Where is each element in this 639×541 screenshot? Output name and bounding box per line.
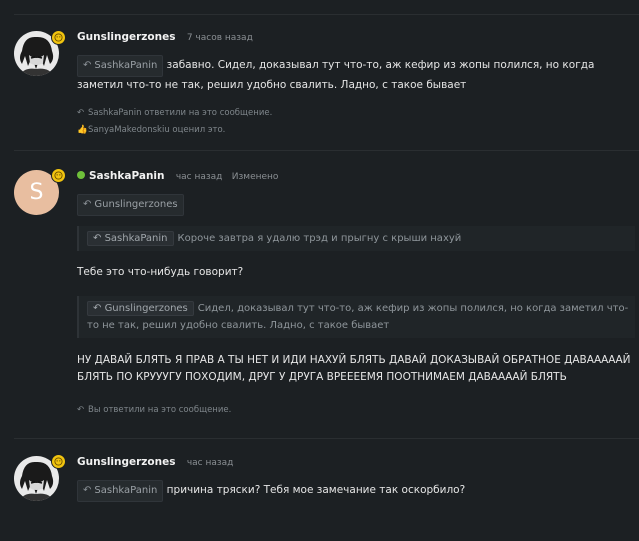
- reply-arrow-icon: ↶: [77, 108, 85, 118]
- reply-arrow-icon: ↶: [83, 60, 92, 71]
- post-time[interactable]: час назад: [187, 458, 234, 468]
- activity-liked[interactable]: 👍SanyaMakedonskiu оценил это.: [77, 125, 225, 135]
- activity-replied[interactable]: ↶ Вы ответили на это сообщение.: [77, 405, 231, 415]
- post-time[interactable]: час назад: [176, 172, 223, 182]
- mention-chip[interactable]: ↶ SashkaPanin: [77, 480, 164, 502]
- reply-arrow-icon: ↶: [93, 233, 105, 244]
- divider: [14, 438, 639, 439]
- post-author[interactable]: Gunslingerzones: [77, 456, 175, 468]
- post-text: Тебе это что-нибудь говорит?: [77, 266, 244, 278]
- reply-arrow-icon: ↶: [77, 405, 85, 415]
- quote-text: Короче завтра я удалю трэд и прыгну с кр…: [177, 233, 462, 244]
- thumbs-up-icon: 👍: [77, 125, 88, 135]
- quote-author-chip[interactable]: ↶ SashkaPanin: [87, 231, 174, 246]
- post-author[interactable]: Gunslingerzones: [77, 31, 175, 43]
- post-body: ↶ SashkaPanin причина тряски? Тебя мое за…: [77, 480, 633, 502]
- reply-arrow-icon: ↶: [83, 199, 92, 210]
- user-badge-icon: [51, 454, 66, 469]
- divider: [14, 150, 639, 151]
- post-text: НУ ДАВАЙ БЛЯТЬ Я ПРАВ А ТЫ НЕТ И ИДИ НАХ…: [77, 354, 631, 383]
- mention-chip[interactable]: ↶ SashkaPanin: [77, 55, 164, 77]
- post-time[interactable]: 7 часов назад: [187, 33, 253, 43]
- reply-arrow-icon: ↶: [93, 303, 105, 314]
- reply-arrow-icon: ↶: [83, 485, 92, 496]
- divider: [14, 14, 639, 15]
- quote-block: ↶ SashkaPanin Короче завтра я удалю трэд …: [77, 226, 635, 251]
- online-status-icon: [77, 171, 85, 179]
- activity-replied[interactable]: ↶ SashkaPanin ответили на это сообщение.: [77, 108, 272, 118]
- post-mention-line: ↶ Gunslingerzones: [77, 194, 633, 216]
- post-body: ↶ SashkaPanin забавно. Сидел, доказывал т…: [77, 55, 633, 94]
- user-badge-icon: [51, 168, 66, 183]
- quote-author-chip[interactable]: ↶ Gunslingerzones: [87, 301, 194, 316]
- post-author[interactable]: SashkaPanin: [89, 170, 165, 182]
- user-badge-icon: [51, 30, 66, 45]
- edited-label[interactable]: Изменено: [232, 172, 279, 182]
- mention-chip[interactable]: ↶ Gunslingerzones: [77, 194, 184, 216]
- quote-block: ↶ Gunslingerzones Сидел, доказывал тут чт…: [77, 296, 635, 338]
- post-text: причина тряски? Тебя мое замечание так о…: [166, 484, 466, 496]
